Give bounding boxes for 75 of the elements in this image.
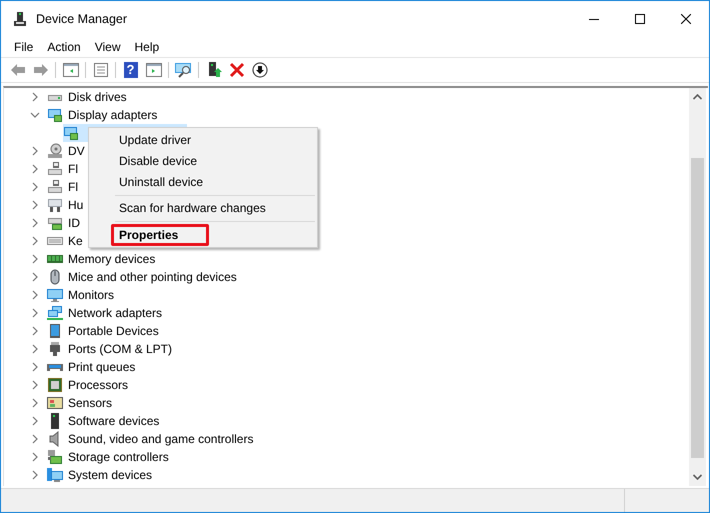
expand-icon[interactable] <box>30 164 40 174</box>
tree-item[interactable]: Network adapters <box>68 306 162 320</box>
tree-item[interactable]: Disk drives <box>68 90 127 104</box>
tree-item[interactable]: Sensors <box>68 396 112 410</box>
expand-icon[interactable] <box>30 362 40 372</box>
map-icon <box>47 395 63 411</box>
computer-icon <box>47 467 63 483</box>
expand-icon[interactable] <box>30 218 40 228</box>
monitor-board-icon <box>47 107 63 123</box>
expand-icon[interactable] <box>30 434 40 444</box>
plug-icon <box>47 341 63 357</box>
tree-item[interactable]: Monitors <box>68 288 114 302</box>
tablet-icon <box>47 323 63 339</box>
tree-item[interactable]: DV <box>68 144 85 158</box>
menu-option[interactable]: Properties <box>111 224 209 246</box>
app-icon <box>12 10 28 26</box>
menu-item[interactable]: File <box>7 38 40 56</box>
tree-item[interactable]: Display adapters <box>68 108 158 122</box>
menu-option[interactable]: Disable device <box>89 151 317 172</box>
help-button[interactable]: ? <box>119 59 142 81</box>
expand-icon[interactable] <box>30 452 40 462</box>
collapse-icon[interactable] <box>30 110 40 120</box>
drive-board-icon <box>47 215 63 231</box>
tree-item[interactable]: Ke <box>68 234 83 248</box>
expand-icon[interactable] <box>30 308 40 318</box>
tree-item[interactable]: Ports (COM & LPT) <box>68 342 172 356</box>
expand-icon[interactable] <box>30 344 40 354</box>
close-icon <box>681 14 691 24</box>
tree-item[interactable]: Processors <box>68 378 128 392</box>
expand-icon[interactable] <box>30 380 40 390</box>
tree-item[interactable]: Memory devices <box>68 252 156 266</box>
expand-icon[interactable] <box>30 182 40 192</box>
window-title: Device Manager <box>36 12 128 26</box>
chip-icon <box>47 377 63 393</box>
tree-item[interactable]: Mice and other pointing devices <box>68 270 237 284</box>
expand-icon[interactable] <box>30 326 40 336</box>
menu-option[interactable]: Uninstall device <box>89 172 317 193</box>
tree-item[interactable]: Fl <box>68 180 78 194</box>
scrollbar[interactable] <box>689 88 706 486</box>
keyboard-icon <box>47 197 63 213</box>
expand-icon[interactable] <box>30 92 40 102</box>
monitor-board-icon <box>63 125 79 141</box>
expand-icon[interactable] <box>30 254 40 264</box>
expand-icon[interactable] <box>30 236 40 246</box>
tree-item[interactable]: System devices <box>68 468 152 482</box>
disc-drive-icon <box>47 143 63 159</box>
menu-option[interactable]: Scan for hardware changes <box>89 198 317 219</box>
expand-icon[interactable] <box>30 290 40 300</box>
expand-icon[interactable] <box>30 398 40 408</box>
forward-arrow-icon <box>32 62 48 78</box>
tree-item[interactable]: Sound, video and game controllers <box>68 432 254 446</box>
drive-icon <box>47 179 63 195</box>
menu-item[interactable]: View <box>88 38 128 56</box>
tree-item[interactable]: Hu <box>68 198 84 212</box>
tree-item[interactable]: Fl <box>68 162 78 176</box>
drive-icon <box>47 161 63 177</box>
storage-icon <box>47 449 63 465</box>
expand-icon[interactable] <box>30 200 40 210</box>
expand-icon[interactable] <box>30 470 40 480</box>
expand-icon[interactable] <box>30 272 40 282</box>
maximize-icon <box>635 14 645 24</box>
back-arrow-icon <box>10 62 26 78</box>
scroll-thumb[interactable] <box>691 158 704 458</box>
expand-icon[interactable] <box>30 146 40 156</box>
monitor-icon <box>47 287 63 303</box>
tree-item[interactable]: Storage controllers <box>68 450 169 464</box>
tree-item[interactable]: Portable Devices <box>68 324 159 338</box>
network-icon <box>47 305 63 321</box>
tree-item[interactable]: Software devices <box>68 414 160 428</box>
menu-option[interactable]: Update driver <box>89 130 317 151</box>
tree-item[interactable]: ID <box>68 216 80 230</box>
menu-item[interactable]: Help <box>128 38 166 56</box>
menu-item[interactable]: Action <box>40 38 88 56</box>
tree-item[interactable]: Print queues <box>68 360 136 374</box>
expand-icon[interactable] <box>30 416 40 426</box>
